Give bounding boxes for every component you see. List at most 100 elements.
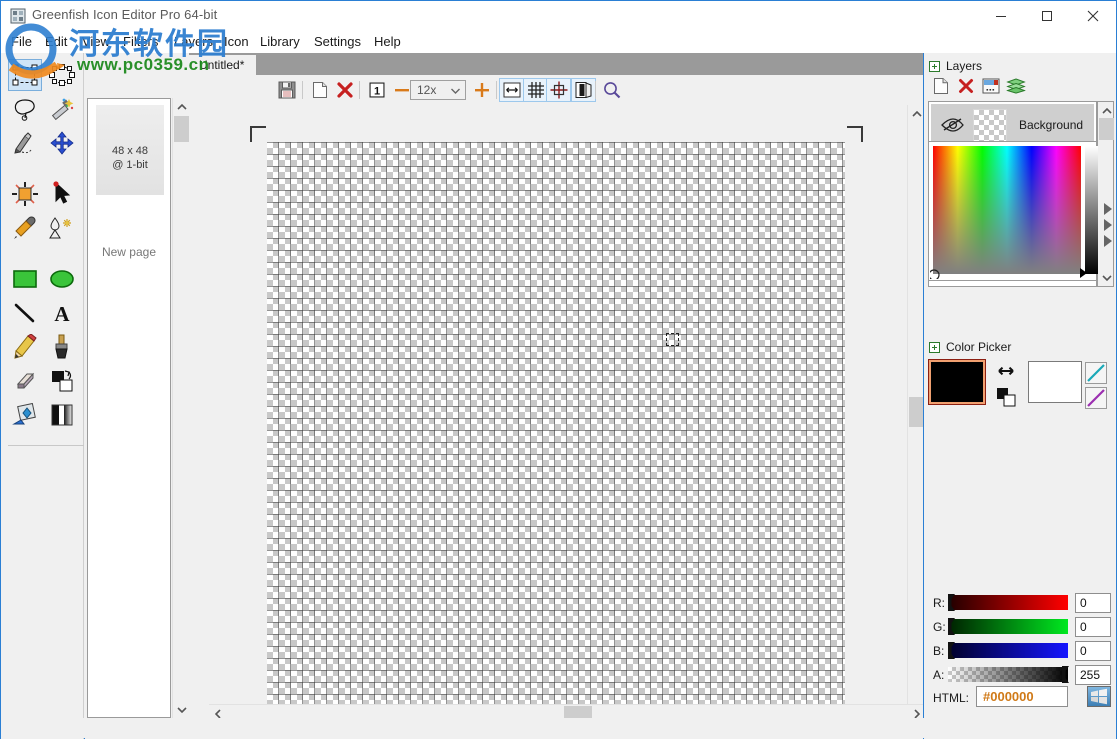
red-slider[interactable] <box>948 595 1068 610</box>
maximize-button[interactable] <box>1024 1 1070 31</box>
free-select-tool[interactable] <box>8 127 42 159</box>
layer-visibility-icon[interactable] <box>941 117 965 133</box>
pages-scroll-up[interactable] <box>173 98 190 115</box>
foreground-color-swatch[interactable] <box>929 360 985 404</box>
new-page-toolbar-button[interactable] <box>307 78 332 102</box>
page-thumbnail[interactable]: 48 x 48 @ 1-bit <box>96 105 164 195</box>
smudge-tool[interactable] <box>8 399 42 431</box>
green-slider-knob[interactable] <box>947 617 954 636</box>
fit-to-window-button[interactable] <box>499 78 524 102</box>
blue-slider[interactable] <box>948 643 1068 658</box>
minimize-button[interactable] <box>978 1 1024 31</box>
pages-list[interactable]: 48 x 48 @ 1-bit New page <box>87 98 171 718</box>
delete-layer-button[interactable] <box>954 75 978 97</box>
color-field-area[interactable] <box>928 141 1097 281</box>
menu-library[interactable]: Library <box>254 33 306 51</box>
saturation-value-box[interactable] <box>933 146 1081 274</box>
menu-file[interactable]: File <box>5 33 38 51</box>
preview-button[interactable] <box>571 78 596 102</box>
alpha-slider[interactable] <box>948 667 1068 682</box>
close-button[interactable] <box>1070 1 1116 31</box>
canvas-corner-tr <box>845 126 863 144</box>
hue-arrow-1[interactable] <box>1104 203 1112 215</box>
layers-scroll-thumb[interactable] <box>1099 118 1114 140</box>
application-window: Greenfish Icon Editor Pro 64-bit File Ed… <box>0 0 1117 739</box>
delete-page-button[interactable] <box>332 78 357 102</box>
red-slider-knob[interactable] <box>947 593 954 612</box>
move-tool[interactable] <box>45 127 79 159</box>
new-page-button[interactable]: New page <box>88 245 170 259</box>
hue-arrow-2[interactable] <box>1104 219 1112 231</box>
pages-scroll-thumb[interactable] <box>174 116 189 142</box>
html-label: HTML: <box>933 691 969 705</box>
layers-scrollbar[interactable] <box>1097 101 1114 287</box>
alpha-slider-knob[interactable] <box>1061 665 1068 684</box>
sv-cursor <box>930 265 944 279</box>
pages-scrollbar[interactable] <box>172 98 190 718</box>
rectangle-shape-tool[interactable] <box>8 263 42 295</box>
blue-value-input[interactable]: 0 <box>1075 641 1111 661</box>
merge-layers-button[interactable] <box>1004 75 1028 97</box>
zoom-in-button[interactable] <box>469 78 494 102</box>
menu-settings[interactable]: Settings <box>308 33 367 51</box>
layers-scroll-down[interactable] <box>1098 269 1115 286</box>
transform-tool[interactable] <box>8 178 42 210</box>
ellipse-select-tool[interactable] <box>45 59 79 91</box>
green-value-input[interactable]: 0 <box>1075 617 1111 637</box>
radial-gradient-button[interactable] <box>1085 387 1107 409</box>
rectangle-select-tool[interactable] <box>8 59 42 91</box>
icon-canvas[interactable] <box>267 142 845 720</box>
effects-tool[interactable] <box>45 212 79 244</box>
canvas-vscroll-thumb[interactable] <box>909 397 924 427</box>
layers-scroll-up[interactable] <box>1098 102 1115 119</box>
green-slider[interactable] <box>948 619 1068 634</box>
magic-wand-tool[interactable] <box>45 93 79 125</box>
color-picker-expander-icon[interactable] <box>929 342 940 353</box>
linear-gradient-button[interactable] <box>1085 362 1107 384</box>
pencil-tool[interactable] <box>8 331 42 363</box>
menu-filters[interactable]: Filters <box>117 33 164 51</box>
blue-slider-knob[interactable] <box>947 641 954 660</box>
new-layer-button[interactable] <box>929 75 953 97</box>
ellipse-shape-tool[interactable] <box>45 263 79 295</box>
eraser-tool[interactable] <box>8 365 42 397</box>
layers-title: Layers <box>946 59 982 73</box>
canvas-viewport[interactable] <box>189 105 908 722</box>
page-number-button[interactable]: 1 <box>364 78 389 102</box>
page-depth-label: @ 1-bit <box>96 159 164 171</box>
value-bar[interactable] <box>1085 146 1098 274</box>
tab-untitled[interactable]: Untitled* <box>189 55 256 75</box>
swap-colors-icon[interactable] <box>996 364 1016 382</box>
lasso-select-tool[interactable] <box>8 93 42 125</box>
reset-colors-icon[interactable] <box>996 387 1016 405</box>
line-tool[interactable] <box>8 297 42 329</box>
menu-icon[interactable]: Icon <box>218 33 255 51</box>
alpha-value-input[interactable]: 255 <box>1075 665 1111 685</box>
pages-scroll-down[interactable] <box>173 701 190 718</box>
menu-help[interactable]: Help <box>368 33 407 51</box>
gradient-tool[interactable] <box>45 399 79 431</box>
color-picker-header[interactable]: Color Picker <box>924 338 1011 356</box>
chevron-down-icon <box>451 88 460 94</box>
menu-view[interactable]: View <box>76 33 116 51</box>
layers-expander-icon[interactable] <box>929 61 940 72</box>
toggle-grid-button[interactable] <box>523 78 548 102</box>
toggle-guides-button[interactable] <box>546 78 571 102</box>
save-button[interactable] <box>274 78 299 102</box>
background-color-swatch[interactable] <box>1028 361 1082 403</box>
html-color-input[interactable]: #000000 <box>976 686 1068 707</box>
paint-bucket-tool[interactable] <box>45 365 79 397</box>
color-picker-tool[interactable] <box>8 212 42 244</box>
text-tool[interactable]: A <box>45 297 79 329</box>
hue-arrow-3[interactable] <box>1104 235 1112 247</box>
menu-layers[interactable]: Layers <box>168 33 219 51</box>
pointer-tool[interactable] <box>45 178 79 210</box>
zoom-level-select[interactable]: 12x <box>410 80 466 100</box>
menu-edit[interactable]: Edit <box>39 33 73 51</box>
magnifier-button[interactable] <box>599 78 624 102</box>
svg-text:A: A <box>54 302 70 324</box>
system-color-picker-button[interactable] <box>1087 686 1111 707</box>
layer-properties-button[interactable] <box>979 75 1003 97</box>
red-value-input[interactable]: 0 <box>1075 593 1111 613</box>
brush-tool[interactable] <box>45 331 79 363</box>
